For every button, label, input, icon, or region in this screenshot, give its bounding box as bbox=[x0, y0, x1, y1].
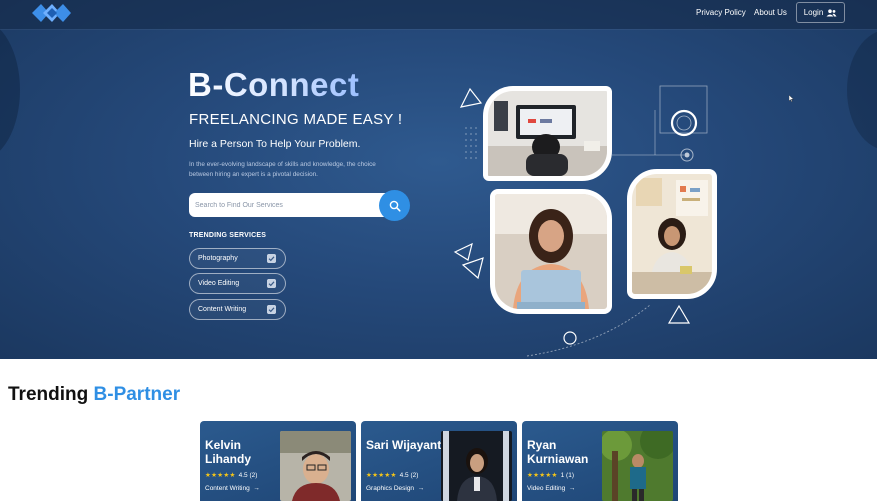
rating-value: 4.5 (2) bbox=[238, 471, 258, 479]
search-input[interactable] bbox=[195, 193, 379, 217]
mouse-cursor bbox=[789, 95, 794, 102]
partner-rating: ★★★★★ 4.5 (2) bbox=[205, 471, 258, 480]
search-button[interactable] bbox=[379, 190, 410, 221]
partner-service: Content Writing → bbox=[205, 485, 260, 492]
trending-partners-title: Trending B-Partner bbox=[8, 384, 180, 406]
arrow-right-icon: → bbox=[251, 485, 260, 492]
nav-link-about-us[interactable]: About Us bbox=[754, 8, 787, 17]
chip-label: Photography bbox=[198, 255, 238, 262]
arrow-right-icon: → bbox=[567, 485, 576, 492]
service-label: Graphics Design bbox=[366, 485, 415, 492]
partner-name: Kelvin Lihandy bbox=[205, 438, 252, 466]
partner-card-sari[interactable]: Sari Wijayanti ★★★★★ 4.5 (2) Graphics De… bbox=[361, 421, 517, 501]
search-box bbox=[189, 193, 389, 217]
writing-woman-illustration bbox=[632, 174, 712, 294]
login-label: Login bbox=[803, 8, 824, 17]
partner-rating: ★★★★★ 4.5 (2) bbox=[366, 471, 419, 480]
hero-photo-writing-woman bbox=[627, 169, 717, 299]
hero-description: In the ever-evolving landscape of skills… bbox=[189, 161, 376, 178]
service-label: Video Editing bbox=[527, 485, 566, 492]
service-chip-video-editing[interactable]: Video Editing bbox=[189, 273, 286, 294]
partner-photo bbox=[441, 431, 512, 501]
partner-card-ryan[interactable]: Ryan Kurniawan ★★★★★ 1 (1) Video Editing… bbox=[522, 421, 678, 501]
check-icon bbox=[267, 305, 276, 314]
top-navbar: Privacy Policy About Us Login bbox=[0, 0, 877, 29]
service-label: Content Writing bbox=[205, 485, 250, 492]
partner-name: Ryan Kurniawan bbox=[527, 438, 589, 466]
check-icon bbox=[267, 279, 276, 288]
hero-photo-workspace bbox=[483, 86, 612, 181]
title-prefix: Trending bbox=[8, 384, 89, 405]
login-button[interactable]: Login bbox=[796, 2, 845, 23]
partner-service: Graphics Design → bbox=[366, 485, 424, 492]
hero-subtagline: Hire a Person To Help Your Problem. bbox=[189, 138, 361, 150]
partner-name: Sari Wijayanti bbox=[366, 438, 445, 452]
partner-card-kelvin[interactable]: Kelvin Lihandy ★★★★★ 4.5 (2) Content Wri… bbox=[200, 421, 356, 501]
laptop-woman-illustration bbox=[495, 194, 607, 309]
hero-decorations bbox=[453, 85, 708, 357]
partner-rating: ★★★★★ 1 (1) bbox=[527, 471, 575, 480]
arrow-right-icon: → bbox=[415, 485, 425, 492]
partner-service: Video Editing → bbox=[527, 485, 575, 492]
partner-photo bbox=[280, 431, 351, 501]
chip-label: Content Writing bbox=[198, 306, 247, 313]
nav-link-privacy-policy[interactable]: Privacy Policy bbox=[696, 8, 746, 17]
brand-logo[interactable] bbox=[32, 2, 74, 24]
search-icon bbox=[389, 200, 401, 212]
star-icons: ★★★★★ bbox=[366, 472, 397, 479]
service-chip-photography[interactable]: Photography bbox=[189, 248, 286, 269]
title-accent: B-Partner bbox=[93, 384, 181, 405]
trending-services-label: TRENDING SERVICES bbox=[189, 232, 267, 239]
hero-section: Privacy Policy About Us Login B-Connect … bbox=[0, 0, 877, 359]
star-icons: ★★★★★ bbox=[205, 472, 236, 479]
rating-value: 1 (1) bbox=[560, 471, 575, 479]
users-icon bbox=[826, 8, 837, 16]
rating-value: 4.5 (2) bbox=[399, 471, 419, 479]
chip-label: Video Editing bbox=[198, 280, 240, 287]
star-icons: ★★★★★ bbox=[527, 472, 558, 479]
hero-tagline: FREELANCING MADE EASY ! bbox=[189, 111, 403, 128]
check-icon bbox=[267, 254, 276, 263]
service-chip-content-writing[interactable]: Content Writing bbox=[189, 299, 286, 320]
hero-title: B-Connect bbox=[188, 66, 360, 103]
hero-photo-laptop-woman bbox=[490, 189, 612, 314]
workspace-illustration bbox=[488, 91, 607, 176]
partner-photo bbox=[602, 431, 673, 501]
